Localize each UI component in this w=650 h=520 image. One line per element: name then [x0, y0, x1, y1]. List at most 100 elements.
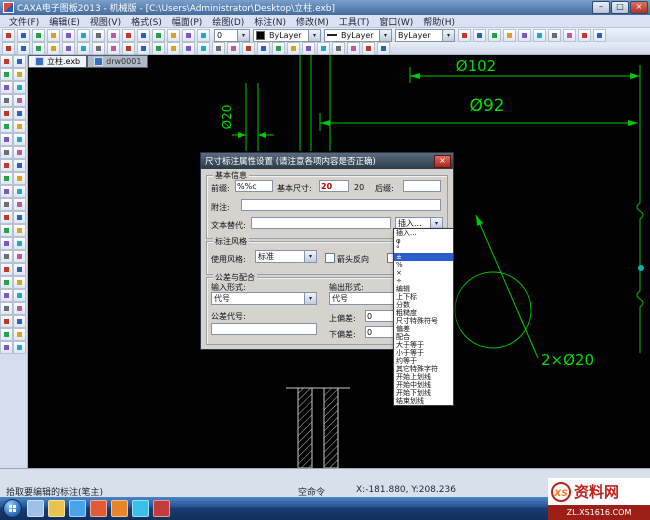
dropdown-item[interactable]: % [394, 261, 453, 269]
move-icon[interactable] [13, 198, 26, 211]
dropdown-item[interactable]: 分数 [394, 301, 453, 309]
note-input[interactable] [241, 199, 441, 211]
arc-icon[interactable] [62, 41, 75, 55]
rotate-icon[interactable] [0, 211, 13, 224]
menu-item[interactable]: 工具(T) [334, 15, 375, 28]
insert-block-icon[interactable] [287, 41, 300, 55]
make-block-icon[interactable] [272, 41, 285, 55]
cut-icon[interactable] [77, 28, 90, 42]
array-icon[interactable] [302, 41, 315, 55]
hatch-icon[interactable] [257, 41, 270, 55]
zoom-in-icon[interactable] [0, 302, 13, 315]
input-form-combo[interactable]: 代号 ▾ [211, 292, 317, 305]
qq-icon[interactable] [132, 500, 149, 517]
circle-icon[interactable] [0, 68, 13, 81]
datum-icon[interactable] [13, 159, 26, 172]
tolerance-frame-icon[interactable] [212, 41, 225, 55]
dropdown-item[interactable]: 开始上划线 [394, 373, 453, 381]
ellipse-icon[interactable] [13, 94, 26, 107]
spline-icon[interactable] [13, 81, 26, 94]
linetype-combo[interactable]: ByLayer ▾ [324, 28, 392, 42]
open-file-icon[interactable] [17, 28, 30, 42]
new-window-icon[interactable] [518, 28, 531, 42]
color-icon[interactable] [13, 328, 26, 341]
double-line-icon[interactable] [0, 133, 13, 146]
hatch-icon[interactable] [0, 185, 13, 198]
delete-icon[interactable] [13, 276, 26, 289]
start-button[interactable] [3, 499, 22, 518]
select-icon[interactable] [0, 55, 13, 68]
pan-icon[interactable] [488, 28, 501, 42]
chevron-down-icon[interactable]: ▾ [237, 29, 249, 41]
line-icon[interactable] [13, 55, 26, 68]
measure-icon[interactable] [0, 276, 13, 289]
select-icon[interactable] [2, 41, 15, 55]
array-icon[interactable] [13, 224, 26, 237]
center-line-icon[interactable] [122, 41, 135, 55]
dropdown-item[interactable]: ± [394, 253, 453, 261]
dropdown-item[interactable]: 开始下划线 [394, 389, 453, 397]
grid-icon[interactable] [197, 28, 210, 42]
redo-tool-icon[interactable] [13, 289, 26, 302]
redo-icon[interactable] [152, 28, 165, 42]
show-all-icon[interactable] [13, 315, 26, 328]
zoom-dynamic-icon[interactable] [473, 28, 486, 42]
dropdown-item[interactable]: 偏差 [394, 325, 453, 333]
scale-icon[interactable] [0, 224, 13, 237]
polygon-icon[interactable] [0, 107, 13, 120]
find-icon[interactable] [167, 28, 180, 42]
arrow-icon[interactable] [13, 133, 26, 146]
text-icon[interactable] [0, 146, 13, 159]
weld-symbol-icon[interactable] [13, 172, 26, 185]
dimension-icon[interactable] [13, 146, 26, 159]
lineweight-combo[interactable]: ByLayer ▾ [395, 28, 455, 42]
leader-icon[interactable] [0, 159, 13, 172]
paste-icon[interactable] [107, 28, 120, 42]
undo-tool-icon[interactable] [0, 289, 13, 302]
parallel-line-icon[interactable] [32, 41, 45, 55]
menu-item[interactable]: 帮助(H) [418, 15, 460, 28]
point-icon[interactable] [92, 41, 105, 55]
circle-icon[interactable] [47, 41, 60, 55]
menu-item[interactable]: 格式(S) [126, 15, 167, 28]
dropdown-item[interactable]: 配合 [394, 333, 453, 341]
dropdown-item[interactable]: ÷ [394, 277, 453, 285]
format-brush-icon[interactable] [122, 28, 135, 42]
layer-combo[interactable]: 0 ▾ [214, 28, 250, 42]
roughness-icon[interactable] [0, 172, 13, 185]
text-icon[interactable] [152, 41, 165, 55]
layer-icon[interactable] [0, 328, 13, 341]
chevron-down-icon[interactable]: ▾ [304, 293, 316, 304]
tolerance-code-input[interactable] [211, 323, 317, 335]
linetype-icon[interactable] [0, 341, 13, 354]
arrow-reverse-checkbox[interactable] [325, 253, 335, 263]
dropdown-item[interactable]: 尺寸特殊符号 [394, 317, 453, 325]
suffix-input[interactable] [403, 180, 441, 192]
text-substitute-input[interactable] [251, 217, 391, 229]
refresh-icon[interactable] [182, 28, 195, 42]
dropdown-item[interactable]: × [394, 269, 453, 277]
close-button[interactable]: × [630, 1, 648, 14]
lineweight-icon[interactable] [13, 341, 26, 354]
polyline-icon[interactable] [137, 41, 150, 55]
wave-line-icon[interactable] [13, 120, 26, 133]
chevron-down-icon[interactable]: ▾ [442, 29, 454, 41]
dropdown-item[interactable]: ° [394, 245, 453, 253]
dropdown-item[interactable]: 结束划线 [394, 397, 453, 405]
menu-item[interactable]: 绘图(D) [207, 15, 249, 28]
dropdown-item[interactable]: 粗糙度 [394, 309, 453, 317]
coordinate-dim-icon[interactable] [167, 41, 180, 55]
internet-explorer-icon[interactable] [69, 500, 86, 517]
copy-icon[interactable] [92, 28, 105, 42]
trim-icon[interactable] [0, 237, 13, 250]
color-combo[interactable]: ByLayer ▾ [253, 28, 321, 42]
properties-icon[interactable] [533, 28, 546, 42]
dropdown-item[interactable]: 插入... [394, 229, 453, 237]
mirror-icon[interactable] [13, 211, 26, 224]
caxa-icon[interactable] [153, 500, 170, 517]
point-icon[interactable] [0, 94, 13, 107]
library-icon[interactable] [0, 198, 13, 211]
dropdown-item[interactable]: 开始中划线 [394, 381, 453, 389]
window-titlebar[interactable]: CAXA电子图板2013 - 机械版 - [C:\Users\Administr… [0, 0, 650, 15]
print-icon[interactable] [47, 28, 60, 42]
